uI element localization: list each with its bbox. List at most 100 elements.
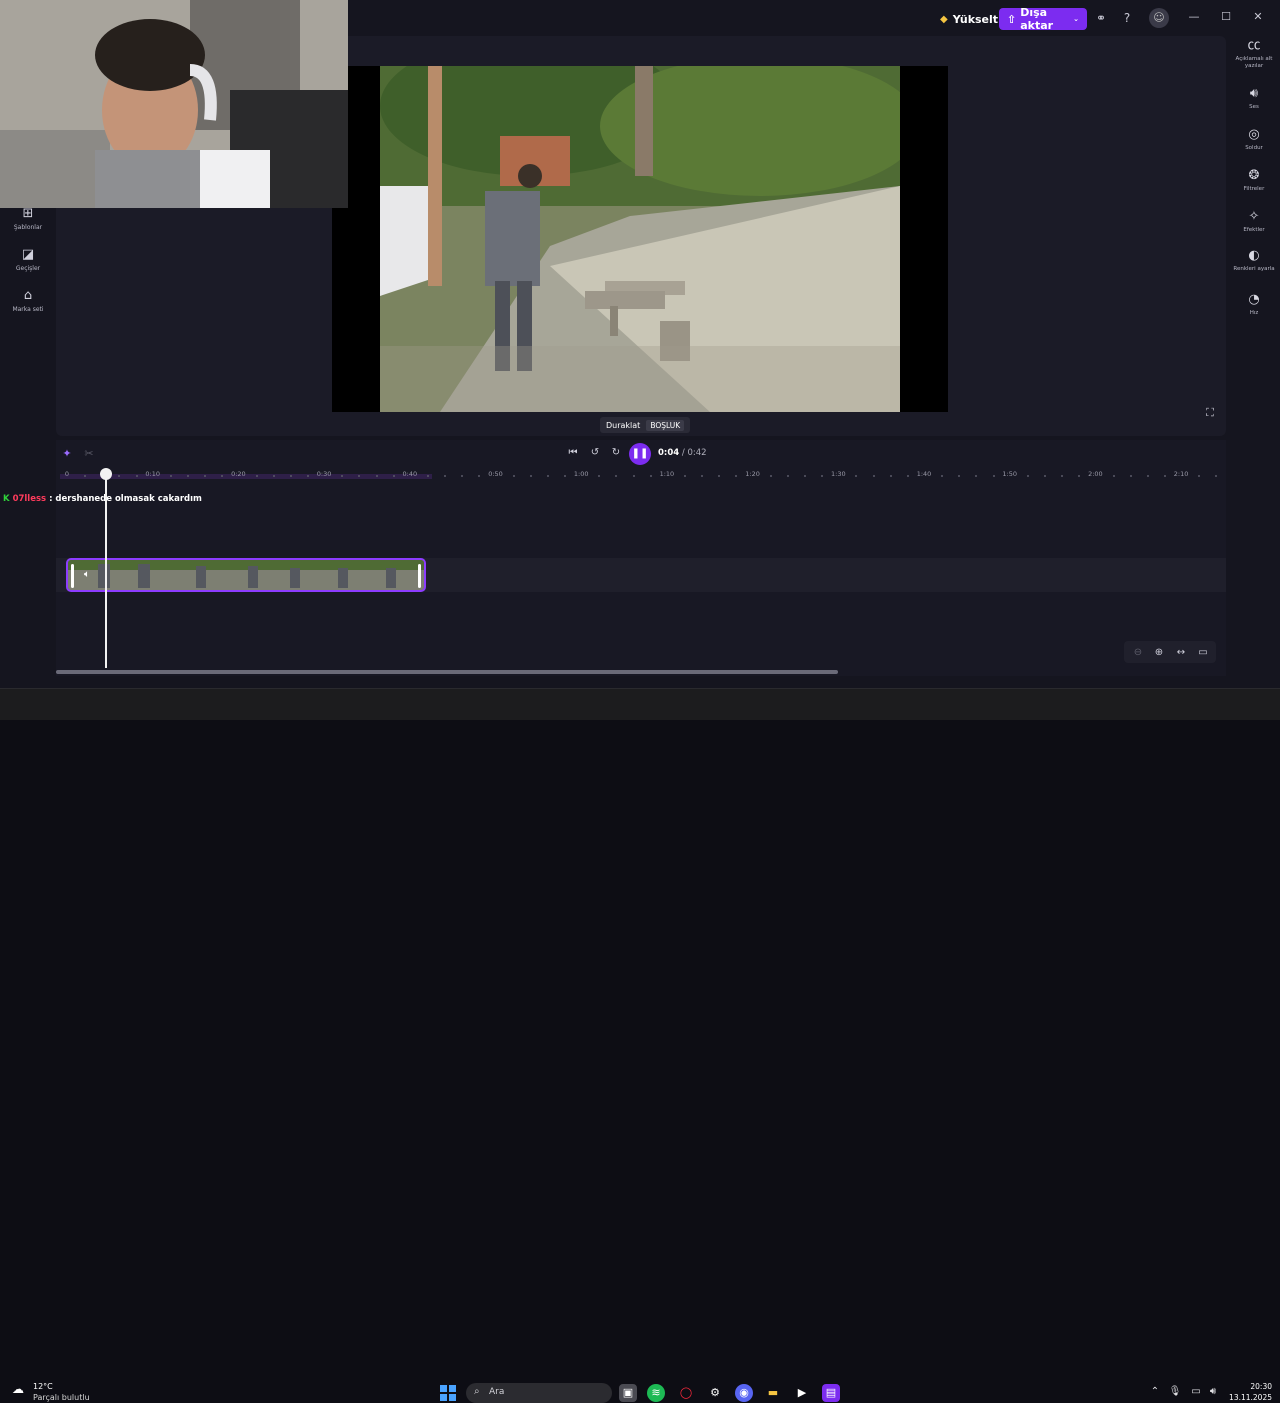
scissors-icon[interactable]: ✂ [82, 447, 96, 461]
pause-tooltip: Duraklat BOŞLUK [600, 417, 691, 433]
webcam-overlay [0, 0, 348, 208]
ruler-tick-label: 0:30 [316, 470, 332, 478]
current-time: 0:04 [658, 448, 680, 458]
steam-icon[interactable]: ⚙ [706, 1384, 724, 1402]
ruler-tick-label: 0 [64, 470, 70, 478]
sidebar-item-label: Şablonlar [13, 224, 43, 231]
upload-icon: ⇧ [1007, 12, 1017, 26]
ruler-tick-dot [169, 475, 172, 477]
sidebar-item-label: Marka seti [12, 306, 44, 313]
chevron-down-icon: ⌄ [1073, 15, 1079, 23]
rail-item-adjust-colors[interactable]: ◐ Renkleri ayarla [1230, 248, 1278, 273]
upgrade-button[interactable]: ◆ Yükselt [932, 8, 1006, 30]
zoom-out-icon[interactable]: ⊖ [1131, 646, 1145, 660]
video-preview-image[interactable] [380, 66, 900, 412]
ruler-tick-dot [546, 475, 549, 477]
network-icon[interactable]: ▭ [1189, 1386, 1203, 1397]
fullscreen-icon[interactable]: ⛶ [1203, 406, 1217, 420]
rail-item-captions[interactable]: ㏄ Açıklamalı alt yazılar [1230, 38, 1278, 70]
export-label: Dışa aktar [1020, 6, 1054, 32]
weather-temperature: 12°C [33, 1382, 53, 1391]
taskbar-search[interactable]: ⌕ Ara [466, 1383, 612, 1403]
rail-item-label: Ses [1249, 104, 1259, 110]
rail-item-speed[interactable]: ◔ Hız [1230, 292, 1278, 317]
ruler-tick-label: 2:10 [1173, 470, 1189, 478]
rail-item-label: Açıklamalı alt yazılar [1235, 56, 1273, 69]
rail-item-filters[interactable]: ❂ Filtreler [1230, 168, 1278, 193]
rail-item-audio[interactable]: 🔊︎ Ses [1230, 86, 1278, 111]
clock-time: 20:30 [1250, 1382, 1272, 1391]
sidebar-item-templates[interactable]: ⊞ Şablonlar [4, 206, 52, 231]
playhead-handle[interactable] [100, 468, 112, 480]
minimize-icon[interactable]: — [1184, 8, 1204, 26]
fit-timeline-icon[interactable]: ↔ [1174, 646, 1188, 660]
ruler-tick-dot [392, 475, 395, 477]
pause-button[interactable]: ❚❚ [629, 443, 651, 465]
rail-item-effects[interactable]: ✧ Efektler [1230, 209, 1278, 234]
clipchamp-editor: ◆ Yükselt ⇧ Dışa aktar ⌄ ⚭ ? ☺ — ☐ ✕ ⊞ Ş… [0, 0, 1280, 688]
ruler-tick-dot [255, 475, 258, 477]
ruler-tick-label: 1:20 [745, 470, 760, 478]
rail-item-label: Renkleri ayarla [1233, 266, 1275, 272]
chat-badge-icon: K [3, 494, 10, 504]
ruler-tick-dot [649, 475, 652, 477]
windows-start-icon[interactable] [440, 1385, 456, 1401]
total-time: 0:42 [687, 448, 707, 458]
microphone-icon[interactable]: 🎙︎ [1168, 1386, 1182, 1397]
ruler-tick-label: 2:00 [1088, 470, 1103, 478]
profile-avatar-icon[interactable]: ☺ [1149, 8, 1169, 28]
ruler-tick-dot [889, 475, 892, 477]
rail-item-fade[interactable]: ◎ Soldur [1230, 127, 1278, 152]
close-icon[interactable]: ✕ [1248, 8, 1268, 26]
ruler-tick-label: 1:10 [659, 470, 675, 478]
ruler-tick-dot [306, 475, 309, 477]
ruler-tick-dot [1026, 475, 1029, 477]
skip-back-icon[interactable]: ⏮ [566, 446, 580, 460]
task-view-icon[interactable]: ▣ [619, 1384, 637, 1402]
sidebar-item-transitions[interactable]: ◪ Geçişler [4, 247, 52, 272]
clip-trim-handle-left[interactable] [71, 564, 74, 588]
brand-kit-icon: ⌂ [23, 288, 33, 303]
ruler-tick-dot [289, 475, 292, 477]
timeline-scrollbar[interactable] [56, 670, 838, 674]
ruler-tick-dot [1043, 475, 1046, 477]
tooltip-shortcut: BOŞLUK [646, 419, 685, 431]
diamond-icon: ◆ [940, 13, 948, 25]
discord-icon[interactable]: ◉ [735, 1384, 753, 1402]
media-player-icon[interactable]: ▶ [793, 1384, 811, 1402]
rail-item-label: Efektler [1243, 227, 1265, 233]
share-icon[interactable]: ⚭ [1093, 10, 1109, 26]
spotify-icon[interactable]: ≋ [647, 1384, 665, 1402]
weather-cloud-icon: ☁ [12, 1382, 24, 1396]
zoom-in-icon[interactable]: ⊕ [1152, 646, 1166, 660]
clipchamp-taskbar-icon[interactable]: ▤ [822, 1384, 840, 1402]
file-explorer-icon[interactable]: ▬ [764, 1384, 782, 1402]
magic-wand-icon[interactable]: ✦ [60, 447, 74, 461]
volume-icon[interactable]: 🔈︎ [84, 569, 90, 580]
tray-chevron-up-icon[interactable]: ⌃ [1148, 1386, 1162, 1397]
ruler-tick-dot [512, 475, 515, 477]
export-button[interactable]: ⇧ Dışa aktar ⌄ [999, 6, 1087, 32]
sidebar-item-brand-kit[interactable]: ⌂ Marka seti [4, 288, 52, 313]
effects-icon: ✧ [1248, 209, 1260, 224]
help-icon[interactable]: ? [1119, 10, 1135, 26]
playhead-line[interactable] [105, 474, 107, 668]
video-clip[interactable]: 🔈︎ [66, 558, 426, 592]
rail-item-label: Hız [1249, 310, 1259, 316]
speaker-icon[interactable]: 🔊︎ [1206, 1386, 1220, 1397]
ruler-tick-dot [1146, 475, 1149, 477]
clip-trim-handle-right[interactable] [418, 564, 421, 588]
opera-gx-icon[interactable]: ◯ [677, 1384, 695, 1402]
forward-5-icon[interactable]: ↻ [609, 446, 623, 460]
maximize-icon[interactable]: ☐ [1216, 8, 1236, 26]
ruler-tick-dot [1163, 475, 1166, 477]
chat-text: : dershanede olmasak cakardım [49, 494, 202, 504]
track-size-icon[interactable]: ▭ [1196, 646, 1210, 660]
taskbar-clock[interactable]: 20:30 13.11.2025 [1228, 1381, 1272, 1403]
rewind-5-icon[interactable]: ↺ [588, 446, 602, 460]
video-frame-illustration [380, 66, 900, 412]
ruler-tick-dot [684, 475, 687, 477]
webcam-illustration [0, 0, 348, 208]
search-placeholder: Ara [489, 1387, 505, 1397]
ruler-tick-dot [529, 475, 532, 477]
